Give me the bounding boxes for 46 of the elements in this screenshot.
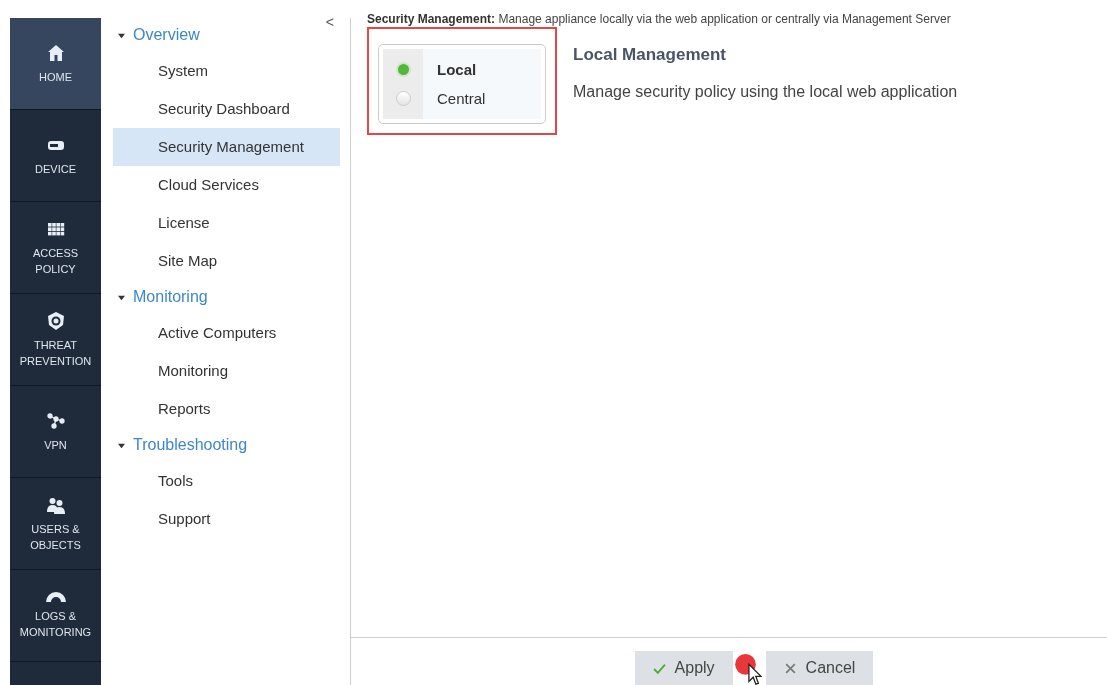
sidebar-item[interactable]: HOME: [10, 18, 101, 110]
sidebar-label: DEVICE: [34, 161, 77, 177]
radio-button[interactable]: [395, 62, 411, 77]
detail-title: Local Management: [573, 45, 728, 65]
sidebar-label: ACCESS POLICY: [31, 245, 80, 277]
option-label[interactable]: Central: [437, 90, 541, 107]
nav-item[interactable]: Tools: [113, 462, 340, 500]
shield-icon: [45, 310, 66, 331]
sidebar-item[interactable]: THREAT PREVENTION: [10, 294, 101, 386]
nav-item[interactable]: Support: [113, 500, 340, 538]
apply-button[interactable]: Apply: [634, 651, 733, 685]
sidebar-item[interactable]: ACCESS POLICY: [10, 202, 101, 294]
option-label[interactable]: Local: [437, 61, 541, 78]
nodes-icon: [45, 410, 66, 431]
sidebar-label: THREAT PREVENTION: [18, 337, 93, 369]
nav-item[interactable]: License: [113, 204, 340, 242]
nav-item[interactable]: Cloud Services: [113, 166, 340, 204]
check-icon: [652, 661, 666, 675]
sidebar-label: USERS & OBJECTS: [29, 521, 82, 553]
nav-item[interactable]: Monitoring: [113, 352, 340, 390]
nav-item[interactable]: System: [113, 52, 340, 90]
sidebar-item[interactable]: USERS & OBJECTS: [10, 478, 101, 570]
nav-section[interactable]: Overview: [133, 26, 200, 44]
sidebar-item[interactable]: VPN: [10, 386, 101, 478]
sidebar-label: HOME: [38, 69, 73, 85]
expanded-icon[interactable]: [118, 441, 125, 449]
sidebar-label: LOGS & MONITORING: [18, 608, 93, 640]
nav-item[interactable]: Site Map: [113, 242, 340, 280]
expanded-icon[interactable]: [118, 293, 125, 301]
cancel-button[interactable]: Cancel: [765, 651, 874, 685]
sidebar-item[interactable]: DEVICE: [10, 110, 101, 202]
nav-item[interactable]: Reports: [113, 390, 340, 428]
detail-text: Manage security policy using the local web application: [573, 83, 958, 101]
close-icon: [783, 661, 797, 675]
nav-item[interactable]: Security Management: [113, 128, 340, 166]
nav-item[interactable]: Security Dashboard: [113, 90, 340, 128]
expanded-icon[interactable]: [118, 31, 125, 39]
nav-item[interactable]: Active Computers: [113, 314, 340, 352]
nav-section[interactable]: Troubleshooting: [133, 436, 248, 454]
sidebar-label: VPN: [43, 437, 68, 453]
radio-button[interactable]: [395, 91, 411, 106]
sidebar-item[interactable]: LOGS & MONITORING: [10, 570, 101, 662]
gauge-icon: [45, 591, 66, 602]
nav-section[interactable]: Monitoring: [133, 288, 208, 306]
collapse-button[interactable]: <: [325, 14, 334, 30]
page-description: Security Management: Manage appliance locally via the web application or centrally via Management Server: [367, 12, 952, 26]
